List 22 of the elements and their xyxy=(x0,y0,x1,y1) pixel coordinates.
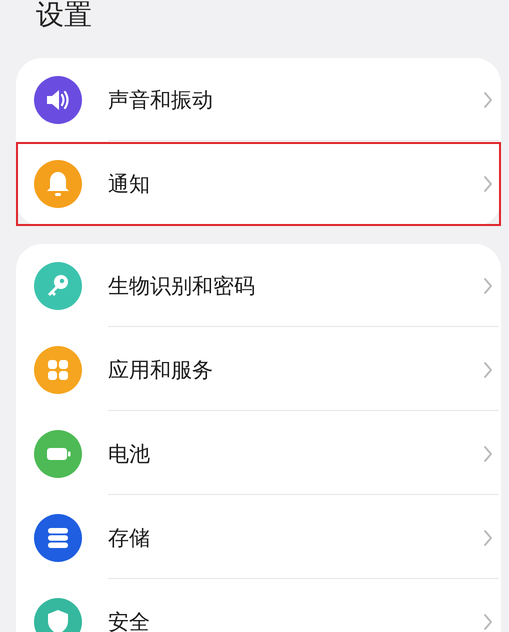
settings-item[interactable]: 生物识别和密码 xyxy=(16,244,501,328)
settings-item[interactable]: 存储 xyxy=(16,496,501,580)
chevron-icon xyxy=(483,360,493,378)
settings-item[interactable]: 声音和振动 xyxy=(16,58,501,142)
settings-item[interactable]: 安全 xyxy=(16,580,501,632)
settings-item[interactable]: 应用和服务 xyxy=(16,328,501,412)
item-label: 电池 xyxy=(108,440,151,468)
chevron-icon xyxy=(483,90,493,108)
chevron-icon xyxy=(483,444,493,462)
chevron-icon xyxy=(483,175,493,193)
item-label: 通知 xyxy=(108,171,151,198)
item-label: 生物识别和密码 xyxy=(108,272,256,300)
item-label: 声音和振动 xyxy=(108,86,214,114)
chevron-icon xyxy=(483,528,493,546)
item-label: 应用和服务 xyxy=(108,356,214,384)
item-label: 安全 xyxy=(108,609,151,632)
settings-item[interactable]: 电池 xyxy=(16,412,501,496)
chevron-icon xyxy=(483,613,493,631)
settings-item[interactable]: 通知 xyxy=(16,142,501,226)
page-title: 设置 xyxy=(35,0,93,33)
item-label: 存储 xyxy=(108,524,151,552)
chevron-icon xyxy=(483,276,493,294)
